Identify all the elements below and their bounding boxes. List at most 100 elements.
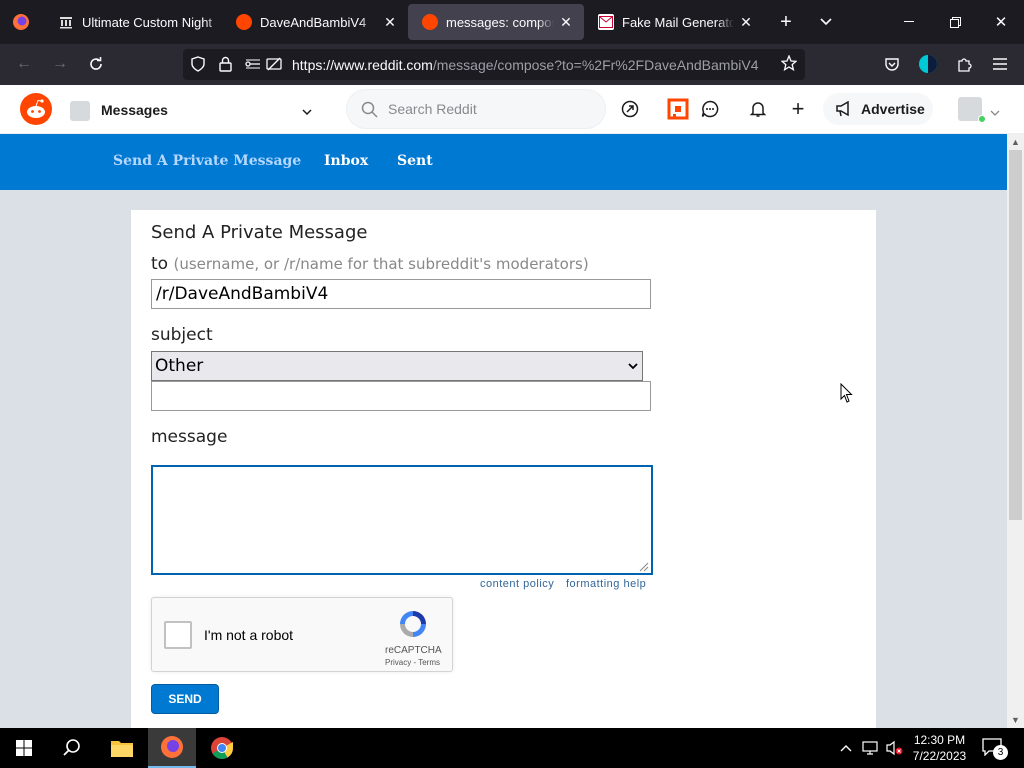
recaptcha-brand: reCAPTCHA <box>385 645 442 656</box>
file-explorer-icon[interactable] <box>98 728 146 768</box>
scroll-down-arrow-icon[interactable]: ▼ <box>1007 712 1024 728</box>
subject-selected-value: Other <box>155 356 204 376</box>
subject-select[interactable]: Other <box>151 351 643 381</box>
messages-community-icon[interactable] <box>70 101 90 121</box>
recaptcha-logo-icon <box>397 608 429 645</box>
advertise-button[interactable]: Advertise <box>823 93 933 125</box>
clock-time: 12:30 PM <box>913 733 966 747</box>
new-tab-icon[interactable]: + <box>772 0 800 44</box>
content-policy-link[interactable]: content policy <box>480 578 554 590</box>
user-menu-chevron-icon[interactable] <box>990 103 1000 121</box>
community-label[interactable]: Messages <box>101 102 168 118</box>
firefox-menu-icon[interactable] <box>8 0 34 44</box>
back-icon[interactable]: ← <box>10 50 38 78</box>
tab-title: Ultimate Custom Night <box>82 14 213 30</box>
send-button[interactable]: SEND <box>151 684 219 714</box>
page-scrollbar[interactable]: ▲ ▼ <box>1007 134 1024 728</box>
close-tab-icon[interactable]: ✕ <box>554 14 578 31</box>
resize-grip-icon[interactable] <box>637 559 649 572</box>
show-hidden-icons-chevron-icon[interactable] <box>840 740 852 755</box>
tab-messages-compose[interactable]: messages: compose ✕ <box>408 4 584 40</box>
subject-text-input[interactable] <box>151 381 651 411</box>
chevron-down-icon[interactable] <box>302 104 312 118</box>
nav-sent[interactable]: Sent <box>397 153 433 169</box>
extensions-icon[interactable] <box>950 50 978 78</box>
shield-icon[interactable] <box>191 56 205 77</box>
close-tab-icon[interactable]: ✕ <box>378 14 402 31</box>
mail-icon <box>598 14 614 30</box>
firefox-taskbar-icon[interactable] <box>148 728 196 768</box>
reload-icon[interactable] <box>82 50 110 78</box>
mouse-cursor-icon <box>840 382 854 409</box>
close-window-icon[interactable]: ✕ <box>978 0 1024 44</box>
user-avatar[interactable] <box>958 97 986 123</box>
system-clock[interactable]: 12:30 PM 7/22/2023 <box>912 732 967 764</box>
recaptcha-privacy-link[interactable]: Privacy <box>385 658 411 667</box>
scroll-up-arrow-icon[interactable]: ▲ <box>1007 134 1024 150</box>
url-domain: https://www.reddit.com <box>292 57 433 73</box>
search-icon <box>361 101 378 123</box>
minimize-icon[interactable] <box>886 0 932 44</box>
reddit-icon <box>422 14 438 30</box>
scrollbar-thumb[interactable] <box>1009 150 1022 520</box>
reddit-header: Messages Search Reddit + Advertise <box>0 85 1024 134</box>
recaptcha-widget: I'm not a robot reCAPTCHA Privacy - Term… <box>151 597 453 672</box>
search-input[interactable]: Search Reddit <box>346 89 606 129</box>
url-bar[interactable]: https://www.reddit.com/message/compose?t… <box>183 49 805 80</box>
permissions-icon[interactable] <box>245 57 261 76</box>
notifications-bell-icon[interactable] <box>742 93 774 125</box>
message-textarea[interactable] <box>151 465 653 575</box>
tab-title: Fake Mail Generator - F <box>622 14 734 30</box>
chat-icon[interactable] <box>694 93 726 125</box>
restore-icon[interactable] <box>932 0 978 44</box>
list-tabs-icon[interactable] <box>812 0 840 44</box>
nav-send-private-message[interactable]: Send A Private Message <box>113 153 301 169</box>
page-title: Send A Private Message <box>151 222 368 243</box>
network-icon[interactable] <box>862 740 880 759</box>
account-icon[interactable] <box>914 50 942 78</box>
recaptcha-checkbox[interactable] <box>164 621 192 649</box>
reddit-icon <box>236 14 252 30</box>
tab-dave-and-bambi[interactable]: DaveAndBambiV4 ✕ <box>222 0 408 44</box>
to-label-row: to (username, or /r/name for that subred… <box>151 254 589 274</box>
create-post-plus-icon[interactable]: + <box>782 93 814 125</box>
coins-icon[interactable] <box>662 93 694 125</box>
recaptcha-terms-link[interactable]: Terms <box>418 658 440 667</box>
formatting-help-link[interactable]: formatting help <box>566 578 646 590</box>
tab-title: messages: compose <box>446 14 554 30</box>
url-text[interactable]: https://www.reddit.com/message/compose?t… <box>292 57 759 73</box>
search-icon[interactable] <box>48 728 96 768</box>
tab-title: DaveAndBambiV4 <box>260 14 367 30</box>
bookmark-star-icon[interactable] <box>780 54 798 76</box>
megaphone-icon <box>835 101 853 117</box>
chrome-taskbar-icon[interactable] <box>198 728 246 768</box>
reddit-logo-icon[interactable] <box>20 93 52 125</box>
forward-icon[interactable]: → <box>46 50 74 78</box>
clock-date: 7/22/2023 <box>912 749 967 763</box>
message-nav-bar: Send A Private Message Inbox Sent <box>0 134 1007 190</box>
nav-inbox[interactable]: Inbox <box>324 153 368 169</box>
volume-muted-icon[interactable] <box>886 740 904 759</box>
subject-label: subject <box>151 325 213 345</box>
windows-taskbar: 12:30 PM 7/22/2023 3 <box>0 728 1024 768</box>
hamburger-menu-icon[interactable] <box>986 50 1014 78</box>
recaptcha-privacy-terms: Privacy - Terms <box>385 658 440 667</box>
to-hint: (username, or /r/name for that subreddit… <box>173 255 589 273</box>
tab-ultimate-custom-night[interactable]: Ultimate Custom Night <box>44 0 226 44</box>
advertise-label: Advertise <box>861 101 925 117</box>
popular-icon[interactable] <box>614 93 646 125</box>
navigation-bar: ← → https://www.reddit.com/message/compo… <box>0 44 1024 85</box>
pocket-icon[interactable] <box>878 50 906 78</box>
to-input[interactable]: /r/DaveAndBambiV4 <box>151 279 651 309</box>
tab-fake-mail-generator[interactable]: Fake Mail Generator - F ✕ <box>584 0 764 44</box>
lock-icon[interactable] <box>219 56 232 77</box>
browser-tab-bar: Ultimate Custom Night DaveAndBambiV4 ✕ m… <box>0 0 1024 44</box>
search-placeholder: Search Reddit <box>388 101 477 117</box>
windows-start-icon[interactable] <box>0 728 48 768</box>
to-label: to <box>151 254 169 274</box>
tracking-icon[interactable] <box>266 57 282 76</box>
notification-count-badge: 3 <box>993 745 1008 760</box>
close-tab-icon[interactable]: ✕ <box>734 14 758 31</box>
message-label: message <box>151 427 228 447</box>
building-icon <box>58 14 74 30</box>
